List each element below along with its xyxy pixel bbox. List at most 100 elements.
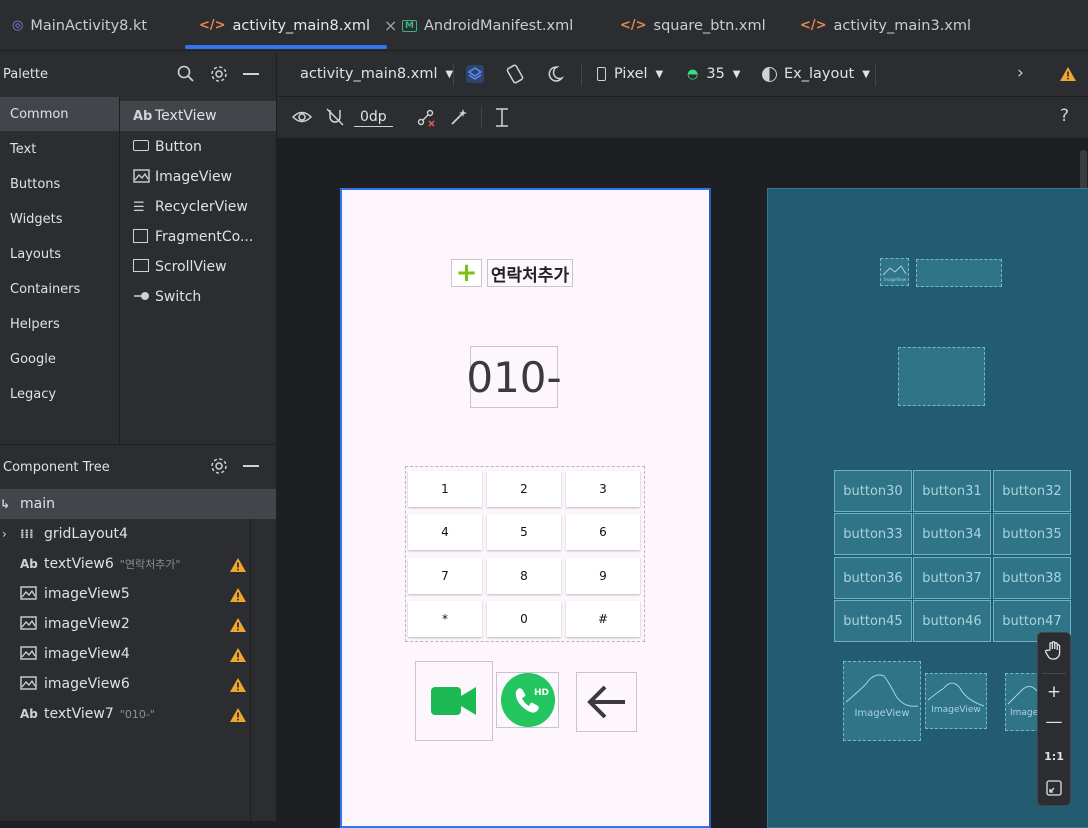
blueprint-button37[interactable]: button37 — [913, 557, 991, 599]
file-selector[interactable]: activity_main8.xml ▼ — [300, 51, 453, 97]
tab-mainactivity8[interactable]: ◎ MainActivity8.kt — [12, 0, 147, 51]
blueprint-button30[interactable]: button30 — [834, 470, 912, 512]
backspace-button[interactable] — [576, 672, 637, 732]
add-contact-icon[interactable]: + — [451, 259, 482, 287]
palette-item-textview[interactable]: Ab TextView — [120, 101, 276, 131]
dial-grid[interactable]: 1 2 3 4 5 6 7 8 9 * 0 # — [405, 466, 645, 642]
dial-key-4[interactable]: 4 — [408, 514, 482, 550]
zoom-in-button[interactable]: + — [1038, 677, 1070, 707]
video-camera-icon — [431, 687, 476, 715]
blueprint-add-icon[interactable]: ImageView — [880, 258, 909, 286]
warning-icon[interactable] — [229, 677, 247, 693]
dial-key-6[interactable]: 6 — [566, 514, 640, 550]
category-containers[interactable]: Containers — [0, 272, 119, 306]
dial-key-hash[interactable]: # — [566, 601, 640, 637]
android-icon: ◓ — [687, 66, 699, 82]
zoom-actual-size-button[interactable]: 1:1 — [1038, 741, 1070, 771]
search-icon[interactable] — [177, 65, 194, 82]
warning-icon[interactable] — [229, 557, 247, 573]
hd-call-button[interactable]: HD — [496, 672, 559, 728]
dial-key-9[interactable]: 9 — [566, 558, 640, 594]
design-surface[interactable]: + 연락처추가 010- 1 2 3 4 5 6 7 8 9 * 0 # HD — [340, 188, 711, 828]
gear-icon[interactable] — [210, 65, 228, 83]
add-contact-label[interactable]: 연락처추가 — [487, 259, 573, 287]
palette-item-switch[interactable]: Switch — [120, 282, 276, 312]
blueprint-add-label[interactable] — [916, 259, 1002, 287]
warning-icon[interactable] — [229, 617, 247, 633]
chevron-right-icon[interactable]: › — [1017, 63, 1024, 83]
blueprint-button45[interactable]: button45 — [834, 600, 912, 642]
blueprint-button33[interactable]: button33 — [834, 513, 912, 555]
video-call-button[interactable] — [415, 661, 493, 741]
clear-constraints-icon[interactable] — [416, 108, 436, 128]
api-selector[interactable]: ◓ 35 ▼ — [687, 51, 741, 97]
palette-item-button[interactable]: Button — [120, 132, 276, 162]
palette-item-fragmentcontainer[interactable]: FragmentCo... — [120, 222, 276, 252]
category-widgets[interactable]: Widgets — [0, 202, 119, 236]
guidelines-icon[interactable] — [492, 107, 512, 129]
blueprint-imageview-video[interactable]: ImageView — [843, 661, 921, 741]
eye-icon[interactable] — [291, 108, 313, 126]
blueprint-imageview-call[interactable]: ImageView — [925, 673, 987, 729]
tree-row-gridlayout4[interactable]: › ⁞⁞⁞ gridLayout4 — [0, 519, 276, 549]
tab-square-btn[interactable]: </> square_btn.xml — [620, 0, 766, 51]
palette-panel: Palette Common Text Buttons Widgets Layo… — [0, 51, 277, 444]
tree-row-main[interactable]: ↳ main — [0, 489, 276, 519]
theme-selector[interactable]: Ex_layout ▼ — [762, 51, 870, 97]
dial-key-7[interactable]: 7 — [408, 558, 482, 594]
blueprint-button46[interactable]: button46 — [913, 600, 991, 642]
device-selector[interactable]: Pixel ▼ — [597, 51, 663, 97]
category-buttons[interactable]: Buttons — [0, 167, 119, 201]
blueprint-button35[interactable]: button35 — [993, 513, 1071, 555]
blueprint-button31[interactable]: button31 — [913, 470, 991, 512]
blueprint-button38[interactable]: button38 — [993, 557, 1071, 599]
infer-constraints-icon[interactable] — [449, 107, 469, 127]
layers-icon[interactable] — [465, 64, 485, 84]
dial-key-8[interactable]: 8 — [487, 558, 561, 594]
tab-activity-main8[interactable]: </> activity_main8.xml × — [199, 0, 397, 51]
active-tab-indicator — [185, 45, 387, 49]
category-google[interactable]: Google — [0, 342, 119, 376]
orientation-icon[interactable] — [505, 64, 525, 84]
zoom-fit-button[interactable] — [1038, 773, 1070, 803]
tab-activity-main3[interactable]: </> activity_main3.xml — [800, 0, 971, 51]
warning-icon[interactable] — [229, 707, 247, 723]
category-legacy[interactable]: Legacy — [0, 377, 119, 411]
dial-key-1[interactable]: 1 — [408, 471, 482, 507]
palette-item-imageview[interactable]: ImageView — [120, 162, 276, 192]
dial-key-star[interactable]: * — [408, 601, 482, 637]
blueprint-number-display[interactable] — [898, 347, 985, 406]
tab-androidmanifest[interactable]: M AndroidManifest.xml — [402, 0, 573, 51]
warning-icon[interactable] — [229, 647, 247, 663]
palette-item-scrollview[interactable]: ScrollView — [120, 252, 276, 282]
category-common[interactable]: Common — [0, 97, 119, 131]
warning-icon[interactable] — [229, 587, 247, 603]
category-helpers[interactable]: Helpers — [0, 307, 119, 341]
dial-key-0[interactable]: 0 — [487, 601, 561, 637]
category-text[interactable]: Text — [0, 132, 119, 166]
tree-row-label: gridLayout4 — [44, 526, 128, 542]
dial-key-2[interactable]: 2 — [487, 471, 561, 507]
blueprint-button34[interactable]: button34 — [913, 513, 991, 555]
default-margin-selector[interactable]: 0dp — [354, 107, 393, 127]
blueprint-button32[interactable]: button32 — [993, 470, 1071, 512]
phone-number-display[interactable]: 010- — [466, 346, 562, 408]
blueprint-button36[interactable]: button36 — [834, 557, 912, 599]
blueprint-tiny-label: ImageView — [884, 277, 907, 282]
dial-key-5[interactable]: 5 — [487, 514, 561, 550]
close-icon[interactable]: × — [384, 16, 397, 35]
toolbar-separator — [453, 64, 454, 86]
pan-hand-icon[interactable] — [1038, 635, 1070, 665]
help-icon[interactable]: ? — [1060, 106, 1069, 126]
gear-icon[interactable] — [210, 457, 228, 475]
minimize-icon[interactable] — [243, 73, 259, 75]
warning-icon[interactable] — [1059, 66, 1077, 82]
magnet-off-icon[interactable] — [325, 107, 345, 127]
night-mode-icon[interactable] — [545, 64, 565, 84]
category-layouts[interactable]: Layouts — [0, 237, 119, 271]
palette-item-recyclerview[interactable]: ☰ RecyclerView — [120, 192, 276, 222]
chevron-right-icon[interactable]: › — [2, 527, 20, 541]
minimize-icon[interactable] — [243, 465, 259, 467]
zoom-out-button[interactable]: — — [1038, 707, 1070, 737]
dial-key-3[interactable]: 3 — [566, 471, 640, 507]
